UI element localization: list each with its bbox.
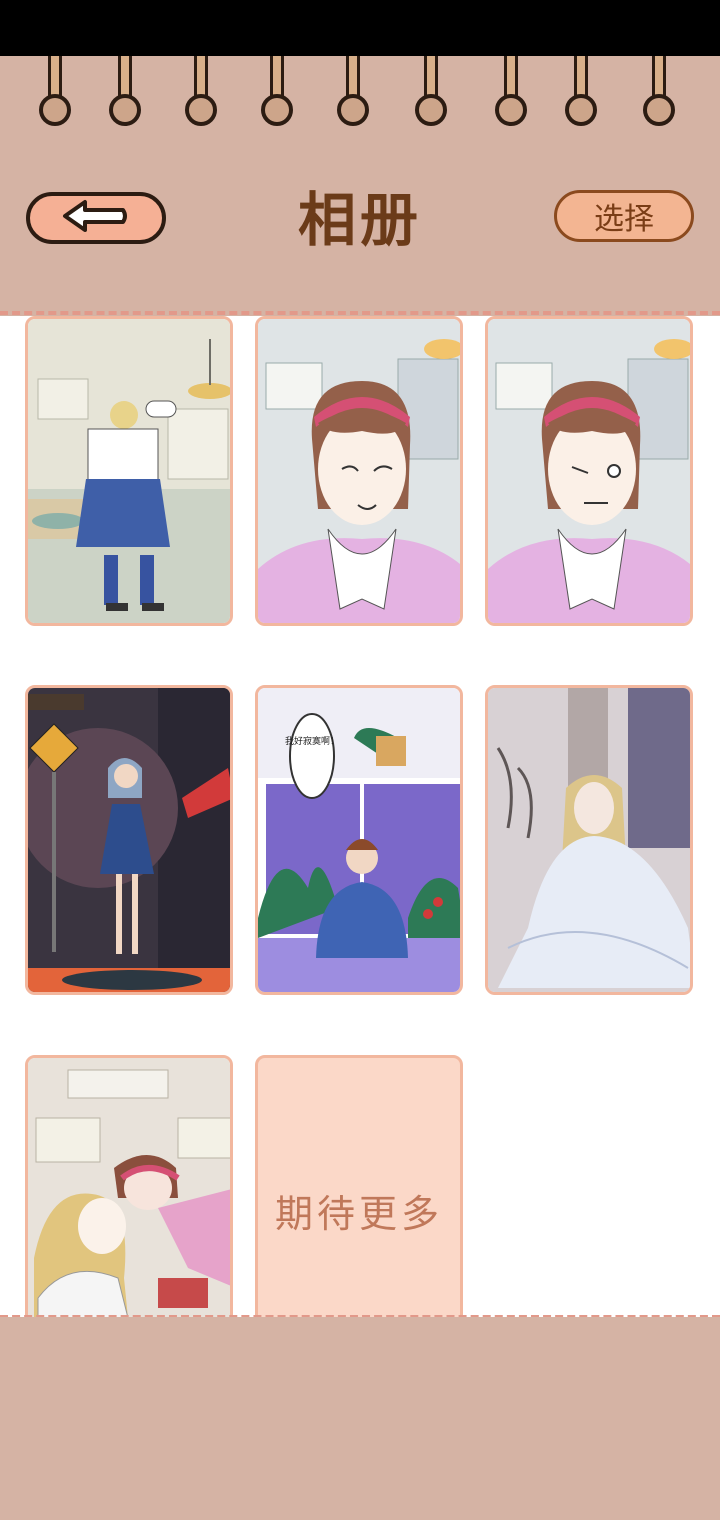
binder-ring [643, 56, 675, 126]
photo-card-2[interactable] [255, 316, 463, 626]
photo-card-1[interactable] [25, 316, 233, 626]
more-coming-label: 期待更多 [274, 1191, 443, 1236]
binder-ring [261, 56, 293, 126]
arrow-left-icon [61, 198, 131, 238]
header-divider [0, 311, 720, 315]
binder-ring [495, 56, 527, 126]
select-button[interactable]: 选择 [554, 190, 694, 242]
binder-ring [39, 56, 71, 126]
binder-ring [337, 56, 369, 126]
binder-rings [0, 56, 720, 128]
album-footer [0, 1317, 720, 1520]
back-button[interactable] [26, 192, 166, 244]
photo-card-4[interactable] [25, 685, 233, 995]
binder-ring [185, 56, 217, 126]
photo-card-6[interactable] [485, 685, 693, 995]
photo-card-3[interactable] [485, 316, 693, 626]
binder-ring [415, 56, 447, 126]
binder-ring [565, 56, 597, 126]
binder-ring [109, 56, 141, 126]
speech-text: 我好寂寞啊！ [285, 735, 339, 747]
page-title: 相册 [297, 186, 422, 254]
status-bar [0, 0, 720, 56]
photo-card-5[interactable]: 我好寂寞啊！ [255, 685, 463, 995]
